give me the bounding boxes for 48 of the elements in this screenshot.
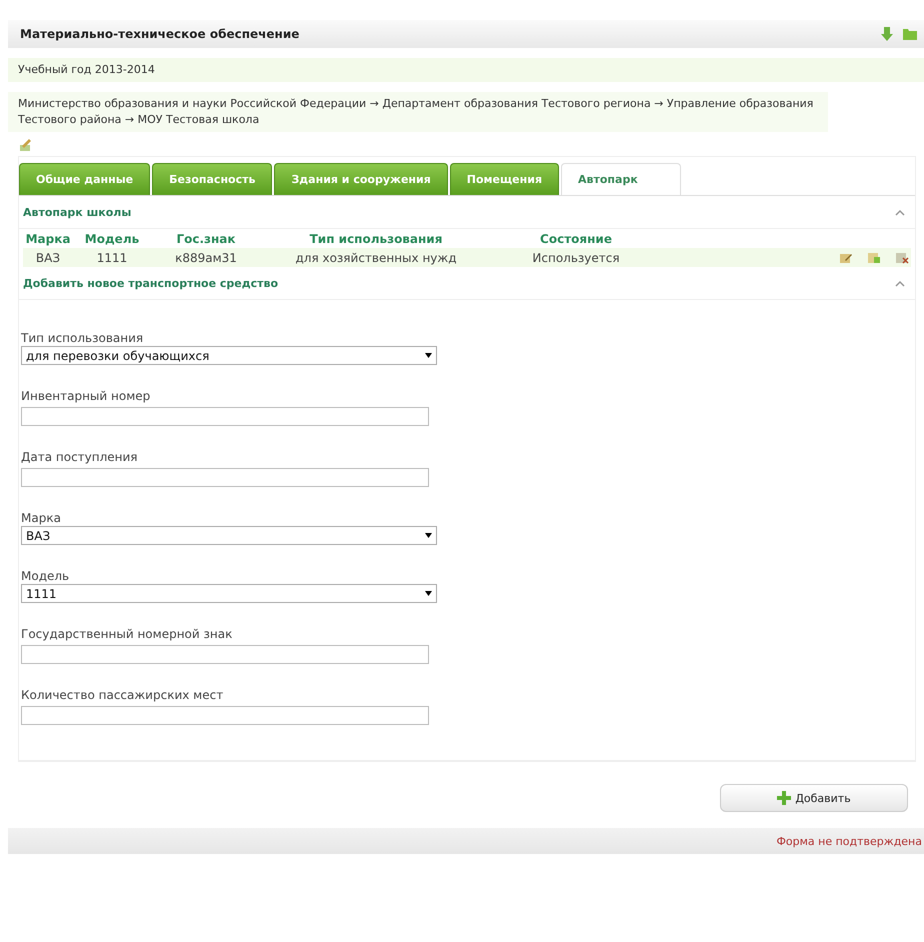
field-label: Инвентарный номер [21, 388, 152, 404]
field-label: Марка [21, 510, 62, 526]
folder-icon[interactable] [902, 27, 918, 41]
input-field[interactable] [21, 645, 429, 664]
dropdown-arrow-icon [425, 533, 432, 538]
plus-icon [777, 791, 792, 805]
column-header: Гос.знак [175, 232, 237, 246]
field-label: Тип использования [21, 330, 144, 346]
add-button[interactable]: Добавить [720, 784, 908, 812]
download-icon[interactable] [880, 26, 894, 42]
dropdown-arrow-icon [425, 591, 432, 596]
table-cell-text: ВАЗ [34, 250, 62, 264]
table-cell-text: к889ам31 [174, 250, 238, 264]
field-label: Дата поступления [21, 449, 139, 465]
input-field[interactable] [21, 706, 429, 725]
collapse-icon[interactable] [895, 280, 905, 286]
table-cell-text: для хозяйственных нужд [294, 250, 458, 264]
collapse-icon[interactable] [895, 208, 905, 216]
field-label: Государственный номерной знак [21, 626, 234, 642]
field-label: Модель [21, 568, 70, 584]
table-cell-text: 1111 [96, 250, 128, 264]
field-label: Количество пассажирских мест [21, 687, 224, 703]
page-title: Материально-техническое обеспечение [20, 27, 300, 41]
column-header: Модель [84, 232, 140, 246]
dropdown-arrow-icon [425, 353, 432, 358]
section-title: Добавить новое транспортное средство [23, 276, 278, 290]
tab[interactable]: Автопарк [561, 163, 682, 195]
edit-icon[interactable] [18, 138, 32, 152]
breadcrumb: Министерство образования и науки Российской Федерации → Департамент образования Тестового региона → Управление образования Тестового района → МОУ Тестовая школа [8, 92, 828, 132]
school-year: Учебный год 2013-2014 [8, 58, 924, 82]
document-icon[interactable] [867, 252, 881, 264]
table-cell-text: Используется [531, 250, 621, 264]
dropdown[interactable]: для перевозки обучающихся [21, 346, 437, 365]
dropdown[interactable]: 1111 [21, 584, 437, 603]
status-text: Форма не подтверждена [776, 834, 922, 848]
tab[interactable]: Здания и сооружения [274, 163, 448, 195]
delete-icon[interactable] [895, 252, 909, 264]
section-title: Автопарк школы [23, 206, 132, 218]
column-header: Состояние [539, 232, 613, 246]
tab[interactable]: Общие данные [19, 163, 150, 195]
input-field[interactable] [21, 407, 429, 426]
tab[interactable]: Помещения [450, 163, 560, 195]
dropdown[interactable]: ВАЗ [21, 526, 437, 545]
input-field[interactable] [21, 468, 429, 487]
column-header: Марка [24, 232, 72, 246]
tab[interactable]: Безопасность [152, 163, 272, 195]
edit-icon[interactable] [839, 252, 853, 264]
column-header: Тип использования [308, 232, 444, 246]
